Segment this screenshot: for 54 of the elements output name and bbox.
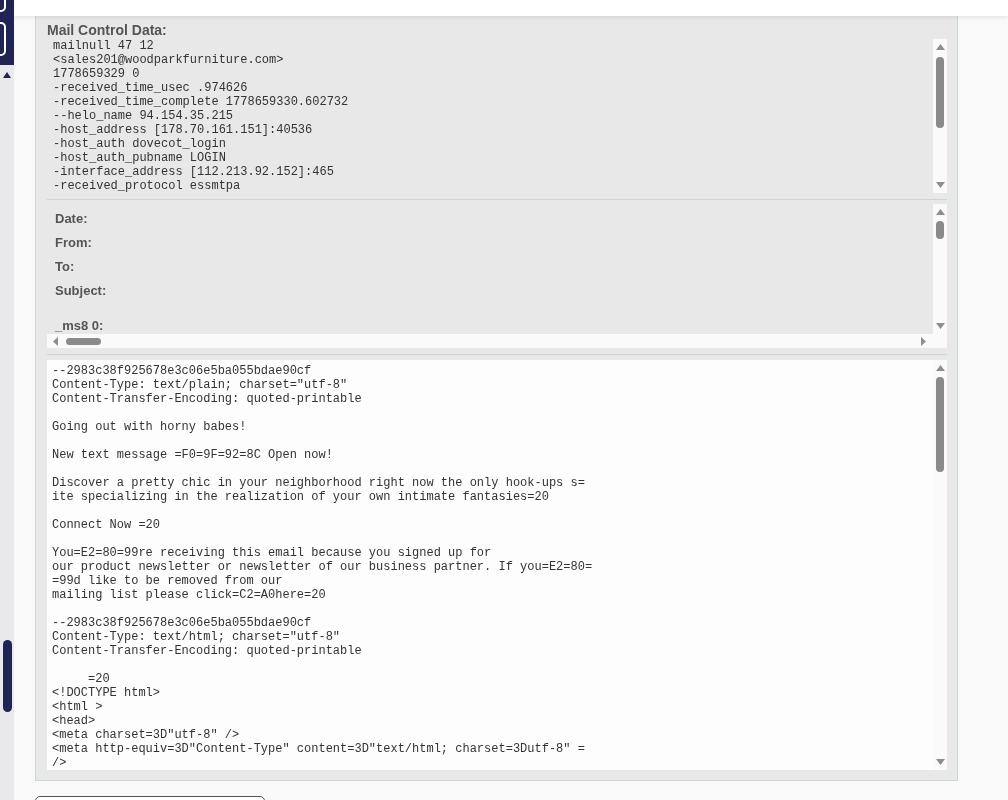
message-line: New text message =F0=9F=92=8C Open now! (52, 448, 333, 462)
control-data-line: -host_auth dovecot_login (53, 137, 226, 151)
message-line: mailing list please click=C2=A0here=20 (52, 588, 326, 602)
scrollbar-thumb[interactable] (66, 337, 101, 345)
message-line: =20 (87, 672, 110, 686)
section-heading: Mail Control Data: (47, 21, 167, 39)
scrollbar-thumb[interactable] (2, 640, 12, 712)
scroll-down-arrow-icon[interactable] (935, 323, 945, 329)
control-data-line: -received_time_complete 1778659330.602732 (53, 95, 349, 109)
header-label: _ms8 0: (55, 318, 104, 334)
message-line: =99d like to be removed from our (52, 574, 283, 588)
message-line: --2983c38f925678e3c06e5ba055bdae90cf (52, 616, 312, 630)
message-line: --2983c38f925678e3c06e5ba055bdae90cf (52, 364, 312, 378)
header-label: To: (55, 258, 75, 276)
header-label: Subject: (55, 282, 107, 300)
control-data-line: 1778659329 0 (53, 67, 140, 81)
control-data-line: -received_time_usec .974626 (53, 81, 248, 95)
message-line: <html > (52, 700, 103, 714)
message-line: Content-Type: text/plain; charset="utf-8" (52, 378, 348, 392)
message-line: Going out with horny babes! (52, 420, 247, 434)
message-line: <head> (52, 714, 96, 728)
message-line: ite specializing in the realization of your own intimate fantasies=20 (52, 490, 549, 504)
control-data-line: -host_auth_pubname LOGIN (53, 151, 226, 165)
control-data-line: -host_address [178.70.161.151]:40536 (53, 123, 313, 137)
scroll-down-arrow-icon[interactable] (935, 759, 945, 765)
vertical-scrollbar[interactable] (933, 204, 947, 334)
message-line: <meta charset=3D"utf-8" /> (52, 728, 240, 742)
scrollbar-thumb[interactable] (936, 221, 944, 239)
vertical-scrollbar[interactable] (933, 39, 947, 193)
message-line: <!DOCTYPE html> (52, 686, 161, 700)
message-line: Discover a pretty chic in your neighborhood right now the only hook-ups s= (52, 476, 585, 490)
message-line: our product newsletter or newsletter of our business partner. If you=E2=80= (52, 560, 593, 574)
control-data-line: -interface_address [112.213.92.152]:465 (53, 165, 334, 179)
scroll-up-arrow-icon[interactable] (3, 72, 11, 78)
message-line: Content-Type: text/html; charset="utf-8" (52, 630, 341, 644)
scroll-right-arrow-icon[interactable] (921, 336, 926, 346)
message-line: /> (52, 756, 67, 770)
scroll-down-arrow-icon[interactable] (935, 182, 945, 188)
control-data-line: mailnull 47 12 (53, 39, 154, 53)
control-data-line: -received_protocol essmtpa (53, 179, 241, 193)
message-line: Content-Transfer-Encoding: quoted-printable (52, 392, 362, 406)
control-data-line: --helo_name 94.154.35.215 (53, 109, 234, 123)
header-label: From: (55, 234, 92, 252)
message-line: <meta http-equiv=3D"Content-Type" content=3D"text/html; charset=3Dutf-8" = (52, 742, 585, 756)
header-label: Date: (55, 210, 88, 228)
scrollbar-thumb[interactable] (936, 377, 944, 472)
vertical-scrollbar[interactable] (0, 65, 14, 800)
control-data-line: <sales201@woodparkfurniture.com> (53, 53, 284, 67)
scroll-left-arrow-icon[interactable] (53, 336, 58, 346)
message-line: Connect Now =20 (52, 518, 161, 532)
message-line: You=E2=80=99re receiving this email because you signed up for (52, 546, 492, 560)
horizontal-scrollbar[interactable] (47, 334, 933, 348)
message-line: Content-Transfer-Encoding: quoted-printable (52, 644, 362, 658)
scrollbar-thumb[interactable] (936, 57, 944, 128)
